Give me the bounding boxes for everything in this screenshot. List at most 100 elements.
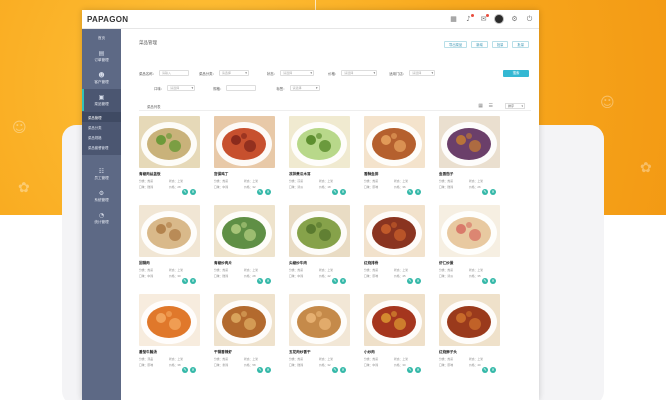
delete-icon[interactable]: ✕ <box>490 367 496 373</box>
edit-icon[interactable]: ✎ <box>332 278 338 284</box>
submenu-item-dishes[interactable]: 菜品管理 <box>82 112 121 122</box>
edit-icon[interactable]: ✎ <box>482 189 488 195</box>
dish-card[interactable]: 五花肉炒香干 分类：热菜 状态：上架 口味：微辣 价格：32 ✎ ✕ <box>289 294 350 379</box>
order-icon: ▤ <box>98 50 105 57</box>
sidebar-item-system[interactable]: ⚙ 系统管理 <box>82 185 121 207</box>
dish-card[interactable]: 鱼香茄子 分类：热菜 状态：上架 口味：微辣 价格：26 ✎ ✕ <box>439 116 500 201</box>
card-actions: ✎ ✕ <box>482 278 496 284</box>
sidebar-item-orders[interactable]: ▤ 订单管理 <box>82 45 121 67</box>
delete-icon[interactable]: ✕ <box>265 189 271 195</box>
sidebar-item-home[interactable]: 首页 <box>82 29 121 45</box>
delete-icon[interactable]: ✕ <box>190 189 196 195</box>
list-header: 菜品列表 ▦ ☰ 排序 <box>139 102 531 111</box>
dish-card[interactable]: 番茄牛腩汤 分类：汤品 状态：上架 口味：原味 价格：38 ✎ ✕ <box>139 294 200 379</box>
edit-icon[interactable]: ✎ <box>182 278 188 284</box>
delete-icon[interactable]: ✕ <box>340 189 346 195</box>
dish-name-input[interactable]: 请输入 <box>158 70 189 76</box>
dish-card[interactable]: 香酥鱼排 分类：热菜 状态：上架 口味：原味 价格：36 ✎ ✕ <box>364 116 425 201</box>
edit-icon[interactable]: ✎ <box>182 367 188 373</box>
dish-meta: 分类：热菜 状态：上架 <box>214 357 275 361</box>
dish-card[interactable]: 青椒肉丝盖饭 分类：热菜 状态：上架 口味：微辣 价格：28 ✎ ✕ <box>139 116 200 201</box>
edit-icon[interactable]: ✎ <box>407 367 413 373</box>
grid-view-icon[interactable]: ▦ <box>478 103 483 109</box>
category-select[interactable]: 请选择 <box>218 70 249 76</box>
tag-select[interactable]: 请选择 <box>289 85 320 91</box>
dish-name: 尖椒炒牛肉 <box>289 261 307 265</box>
edit-icon[interactable]: ✎ <box>407 189 413 195</box>
edit-icon[interactable]: ✎ <box>257 189 263 195</box>
sort-select[interactable]: 排序 <box>505 103 525 109</box>
edit-icon[interactable]: ✎ <box>407 278 413 284</box>
sidebar-item-staff[interactable]: ☷ 员工管理 <box>82 163 121 185</box>
flavor-select[interactable]: 请选择 <box>167 85 196 91</box>
submenu-item-categories[interactable]: 菜品分类 <box>82 122 121 132</box>
dish-meta-field: 口味：中辣 <box>289 274 303 278</box>
dish-name: 小炒肉 <box>364 350 375 354</box>
message-icon[interactable]: ✉ <box>479 13 489 24</box>
export-button[interactable]: 导出菜品 <box>444 41 468 48</box>
price-select[interactable]: 请选择 <box>341 70 378 76</box>
edit-icon[interactable]: ✎ <box>482 278 488 284</box>
dish-meta-field: 口味：原味 <box>364 185 378 189</box>
dish-icon: ▣ <box>98 94 105 101</box>
edit-icon[interactable]: ✎ <box>332 367 338 373</box>
dish-card[interactable]: 红烧排骨 分类：热菜 状态：上架 口味：原味 价格：45 ✎ ✕ <box>364 205 425 290</box>
status-select[interactable]: 请选择 <box>280 70 315 76</box>
batch-button[interactable]: 批量 <box>512 41 529 48</box>
sidebar-item-dishes[interactable]: ▣ 菜品管理 <box>82 89 121 111</box>
edit-icon[interactable]: ✎ <box>482 367 488 373</box>
store-select[interactable]: 请选择 <box>409 70 436 76</box>
dish-meta-field: 口味：中辣 <box>139 274 153 278</box>
spec-input[interactable] <box>226 85 257 91</box>
delete-icon[interactable]: ✕ <box>190 367 196 373</box>
delete-icon[interactable]: ✕ <box>415 367 421 373</box>
sidebar-item-label: 首页 <box>97 36 106 40</box>
delete-icon[interactable]: ✕ <box>415 189 421 195</box>
add-button[interactable]: 新增 <box>471 41 488 48</box>
dish-card[interactable]: 虾仁炒蛋 分类：热菜 状态：上架 口味：清淡 价格：35 ✎ ✕ <box>439 205 500 290</box>
dish-meta: 分类：热菜 状态：上架 <box>439 179 500 183</box>
batch-button[interactable]: 批量 <box>491 41 509 48</box>
edit-icon[interactable]: ✎ <box>257 278 263 284</box>
list-view-icon[interactable]: ☰ <box>489 103 493 109</box>
dish-card[interactable]: 尖椒炒牛肉 分类：热菜 状态：上架 口味：中辣 价格：42 ✎ ✕ <box>289 205 350 290</box>
dish-card[interactable]: 小炒肉 分类：热菜 状态：上架 口味：中辣 价格：30 ✎ ✕ <box>364 294 425 379</box>
sidebar-item-stats[interactable]: ◔ 统计管理 <box>82 207 121 229</box>
app-logo: PAPAGON <box>87 15 129 24</box>
dish-meta-field: 口味：清淡 <box>289 185 303 189</box>
delete-icon[interactable]: ✕ <box>490 278 496 284</box>
dish-card[interactable]: 青椒炒肉片 分类：热菜 状态：上架 口味：微辣 价格：28 ✎ ✕ <box>214 205 275 290</box>
dish-meta-field: 分类：热菜 <box>364 357 378 361</box>
settings-icon[interactable]: ⚙ <box>510 15 519 24</box>
dish-card[interactable]: 凉拌黄瓜木耳 分类：凉菜 状态：上架 口味：清淡 价格：18 ✎ ✕ <box>289 116 350 201</box>
submenu-item-specs[interactable]: 菜品规格 <box>82 132 121 142</box>
search-button[interactable]: 搜索 <box>503 70 529 77</box>
edit-icon[interactable]: ✎ <box>182 189 188 195</box>
delete-icon[interactable]: ✕ <box>340 278 346 284</box>
dish-card[interactable]: 干锅香辣虾 分类：热菜 状态：上架 口味：重辣 价格：58 ✎ ✕ <box>214 294 275 379</box>
dish-card[interactable]: 回锅肉 分类：热菜 状态：上架 口味：中辣 价格：30 ✎ ✕ <box>139 205 200 290</box>
dish-card[interactable]: 宫保鸡丁 分类：热菜 状态：上架 口味：中辣 价格：32 ✎ ✕ <box>214 116 275 201</box>
dish-meta-field: 分类：热菜 <box>214 179 228 183</box>
delete-icon[interactable]: ✕ <box>265 278 271 284</box>
logout-icon[interactable]: ⏻ <box>525 15 534 24</box>
delete-icon[interactable]: ✕ <box>415 278 421 284</box>
card-actions: ✎ ✕ <box>257 278 271 284</box>
delete-icon[interactable]: ✕ <box>490 189 496 195</box>
submenu-item-combos[interactable]: 菜品套餐管理 <box>82 142 121 152</box>
dish-name: 红烧狮子头 <box>439 350 457 354</box>
edit-icon[interactable]: ✎ <box>332 189 338 195</box>
filter-label: 规格： <box>213 86 224 91</box>
delete-icon[interactable]: ✕ <box>340 367 346 373</box>
sidebar-item-customers[interactable]: ☻ 客户管理 <box>82 67 121 89</box>
dish-name: 番茄牛腩汤 <box>139 350 157 354</box>
edit-icon[interactable]: ✎ <box>257 367 263 373</box>
dish-meta: 分类：热菜 状态：上架 <box>139 268 200 272</box>
delete-icon[interactable]: ✕ <box>190 278 196 284</box>
avatar[interactable] <box>494 14 504 24</box>
card-actions: ✎ ✕ <box>257 367 271 373</box>
dish-card[interactable]: 红烧狮子头 分类：热菜 状态：上架 口味：原味 价格：40 ✎ ✕ <box>439 294 500 379</box>
grid-icon[interactable]: ▦ <box>449 15 458 24</box>
bell-icon[interactable]: ♪ <box>464 13 474 24</box>
delete-icon[interactable]: ✕ <box>265 367 271 373</box>
